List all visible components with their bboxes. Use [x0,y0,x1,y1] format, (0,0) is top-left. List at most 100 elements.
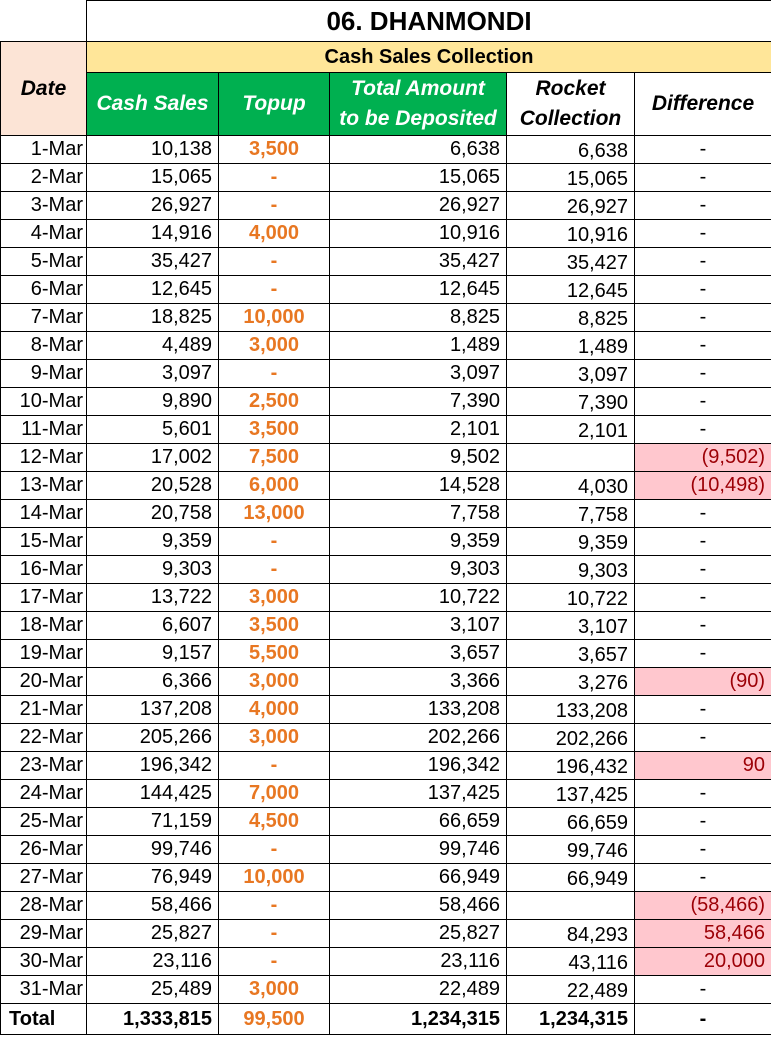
rocket-collection-cell: 4,030 [506,471,635,500]
total-difference: - [633,1003,771,1035]
total-deposit-cell: 3,097 [329,359,507,388]
date-cell: 10-Mar [0,387,87,416]
rocket-collection-cell: 9,359 [506,527,635,556]
date-cell: 27-Mar [0,863,87,892]
cash-sales-collection-header: Cash Sales Collection [85,41,771,73]
date-cell: 26-Mar [0,835,87,864]
cash-sales-cell: 9,890 [86,387,219,416]
total-deposit-cell: 58,466 [329,891,507,920]
topup-cell: 7,000 [218,779,330,808]
table-row: 12-Mar 17,002 7,500 9,502 (9,502) [0,443,771,472]
total-deposit-cell: 3,366 [329,667,507,696]
table-row: 13-Mar 20,528 6,000 14,528 4,030 (10,498) [0,471,771,500]
cash-sales-sheet: 06. DHANMONDI Date Cash Sales Collection… [0,0,771,1035]
rocket-collection-cell: 7,758 [506,499,635,528]
cash-sales-cell: 14,916 [86,219,219,248]
difference-cell: - [633,583,771,612]
cash-sales-cell: 26,927 [86,191,219,220]
cash-sales-cell: 196,342 [86,751,219,780]
date-cell: 15-Mar [0,527,87,556]
table-row: 17-Mar 13,722 3,000 10,722 10,722- [0,583,771,612]
date-cell: 3-Mar [0,191,87,220]
table-row: 27-Mar 76,949 10,000 66,949 66,949- [0,863,771,892]
cash-sales-cell: 25,489 [86,975,219,1004]
cash-sales-cell: 144,425 [86,779,219,808]
table-row: 31-Mar 25,489 3,000 22,489 22,489- [0,975,771,1004]
total-deposit-cell: 15,065 [329,163,507,192]
topup-cell: 3,000 [218,667,330,696]
date-cell: 1-Mar [0,135,87,164]
difference-cell: - [633,611,771,640]
date-cell: 4-Mar [0,219,87,248]
total-deposit-cell: 12,645 [329,275,507,304]
total-deposit-cell: 1,489 [329,331,507,360]
total-row: Total 1,333,815 99,500 1,234,315 1,234,315- [0,1003,771,1035]
total-deposit-cell: 10,722 [329,583,507,612]
total-deposit-cell: 202,266 [329,723,507,752]
date-cell: 21-Mar [0,695,87,724]
rocket-collection-cell: 6,638 [506,135,635,164]
difference-cell: - [633,219,771,248]
difference-cell: - [633,303,771,332]
topup-cell: 3,000 [218,583,330,612]
total-deposit-cell: 196,342 [329,751,507,780]
cash-sales-cell: 12,645 [86,275,219,304]
table-row: 26-Mar 99,746-99,746 99,746- [0,835,771,864]
topup-cell: 3,500 [218,135,330,164]
topup-cell: 3,500 [218,611,330,640]
difference-cell: - [633,555,771,584]
difference-cell: 90 [633,751,771,780]
difference-cell: - [633,387,771,416]
table-row: 10-Mar 9,890 2,500 7,390 7,390- [0,387,771,416]
date-cell: 16-Mar [0,555,87,584]
date-cell: 24-Mar [0,779,87,808]
total-deposit-cell: 3,657 [329,639,507,668]
date-cell: 14-Mar [0,499,87,528]
rocket-collection-cell: 3,107 [506,611,635,640]
rocket-collection-cell: 12,645 [506,275,635,304]
cash-sales-cell: 6,366 [86,667,219,696]
difference-cell: - [633,527,771,556]
rocket-collection-cell: 43,116 [506,947,635,976]
date-cell: 29-Mar [0,919,87,948]
rocket-collection-cell: 7,390 [506,387,635,416]
sheet-title: 06. DHANMONDI [85,0,771,42]
difference-cell: - [633,499,771,528]
total-deposit-cell: 9,303 [329,555,507,584]
topup-cell: - [218,751,330,780]
date-cell: 9-Mar [0,359,87,388]
rocket-collection-cell: 99,746 [506,835,635,864]
rocket-header-line1: Rocket [535,77,606,100]
topup-cell: 10,000 [218,303,330,332]
cash-sales-cell: 20,528 [86,471,219,500]
cash-sales-cell: 137,208 [86,695,219,724]
date-header: Date [0,41,87,136]
cash-sales-cell: 5,601 [86,415,219,444]
topup-cell: 7,500 [218,443,330,472]
cash-sales-cell: 58,466 [86,891,219,920]
cash-sales-cell: 76,949 [86,863,219,892]
rocket-collection-cell: 196,432 [506,751,635,780]
date-cell: 18-Mar [0,611,87,640]
total-deposit: 1,234,315 [329,1003,507,1035]
table-row: 28-Mar 58,466-58,466 (58,466) [0,891,771,920]
table-row: 29-Mar 25,827-25,827 84,293 58,466 [0,919,771,948]
topup-cell: - [218,359,330,388]
cash-sales-cell: 99,746 [86,835,219,864]
topup-cell: - [218,835,330,864]
difference-cell: - [633,779,771,808]
difference-cell: 58,466 [633,919,771,948]
topup-cell: - [218,891,330,920]
rocket-collection-cell: 35,427 [506,247,635,276]
cash-sales-cell: 6,607 [86,611,219,640]
table-row: 18-Mar 6,607 3,500 3,107 3,107- [0,611,771,640]
date-cell: 28-Mar [0,891,87,920]
date-cell: 6-Mar [0,275,87,304]
table-row: 2-Mar 15,065-15,065 15,065- [0,163,771,192]
cash-sales-header: Cash Sales [86,72,219,136]
table-row: 25-Mar 71,159 4,500 66,659 66,659- [0,807,771,836]
subheader-row: Date Cash Sales Collection [0,41,771,136]
topup-cell: 3,500 [218,415,330,444]
topup-header: Topup [218,72,330,136]
rocket-collection-cell: 137,425 [506,779,635,808]
